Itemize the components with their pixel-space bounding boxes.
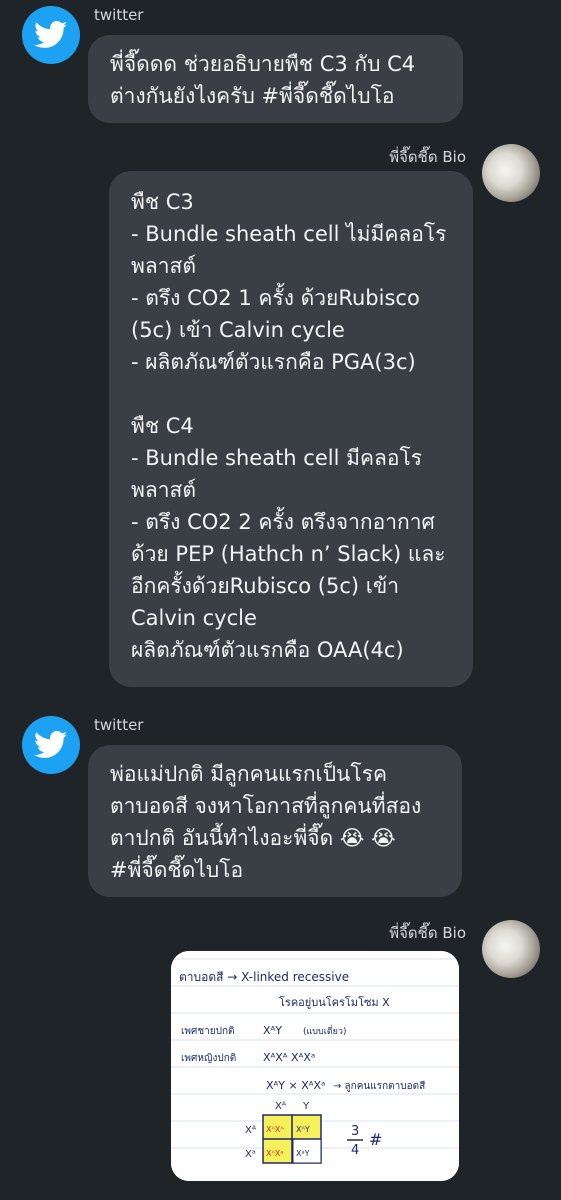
punnett-row-2: Xᵃ — [245, 1149, 256, 1160]
note-line-1: ตาบอดสี → X-linked recessive — [179, 970, 349, 984]
fraction-numerator: 3 — [351, 1124, 359, 1139]
sender-name: พี่จี๊ดชี๊ด Bio — [389, 924, 466, 942]
message-bubble: พี่จี๊ดดด ช่วยอธิบายพืช C3 กับ C4 ต่างกั… — [88, 35, 463, 123]
fraction-denominator: 4 — [351, 1143, 359, 1158]
note-line-3-genotype: XᴬY — [263, 1024, 282, 1037]
punnett-cell-11: XᴬXᴬ — [266, 1125, 284, 1134]
twitter-bird-icon — [34, 731, 68, 758]
note-line-2: โรคอยู่บนโครโมโซม X — [279, 995, 390, 1009]
twitter-avatar[interactable] — [22, 716, 80, 774]
sender-name: พี่จี๊ดชี๊ด Bio — [389, 148, 466, 166]
message-bubble: พืช C3 - Bundle sheath cell ไม่มีคลอโร พ… — [109, 171, 473, 687]
handwritten-note: ตาบอดสี → X-linked recessive โรคอยู่บนโค… — [171, 951, 459, 1181]
answer-hash: # — [369, 1130, 382, 1149]
punnett-col-2: Y — [302, 1101, 310, 1112]
sender-name: twitter — [94, 716, 144, 734]
note-line-3: เพศชายปกติ — [181, 1026, 235, 1037]
note-line-4-genotype: XᴬXᴬ XᴬXᵃ — [263, 1051, 315, 1064]
punnett-cell-21: XᴬXᵃ — [266, 1149, 284, 1158]
note-line-4: เพศหญิงปกติ — [181, 1053, 236, 1064]
punnett-cell-22: XᵃY — [296, 1149, 310, 1158]
punnett-row-1: Xᴬ — [245, 1125, 257, 1136]
message-bubble: พ่อแม่ปกติ มีลูกคนแรกเป็นโรค ตาบอดสี จงห… — [88, 745, 462, 897]
handwritten-note-photo[interactable]: ตาบอดสี → X-linked recessive โรคอยู่บนโค… — [171, 951, 459, 1181]
note-cross-result: → ลูกคนแรกตาบอดสี — [333, 1080, 425, 1092]
note-cross: XᴬY × XᴬXᵃ — [266, 1079, 325, 1092]
punnett-col-1: Xᴬ — [275, 1101, 287, 1112]
user-avatar[interactable] — [482, 144, 540, 202]
twitter-bird-icon — [34, 21, 68, 48]
twitter-avatar[interactable] — [22, 6, 80, 64]
sender-name: twitter — [94, 6, 144, 24]
punnett-cell-12: XᴬY — [296, 1125, 310, 1134]
user-avatar[interactable] — [482, 920, 540, 978]
